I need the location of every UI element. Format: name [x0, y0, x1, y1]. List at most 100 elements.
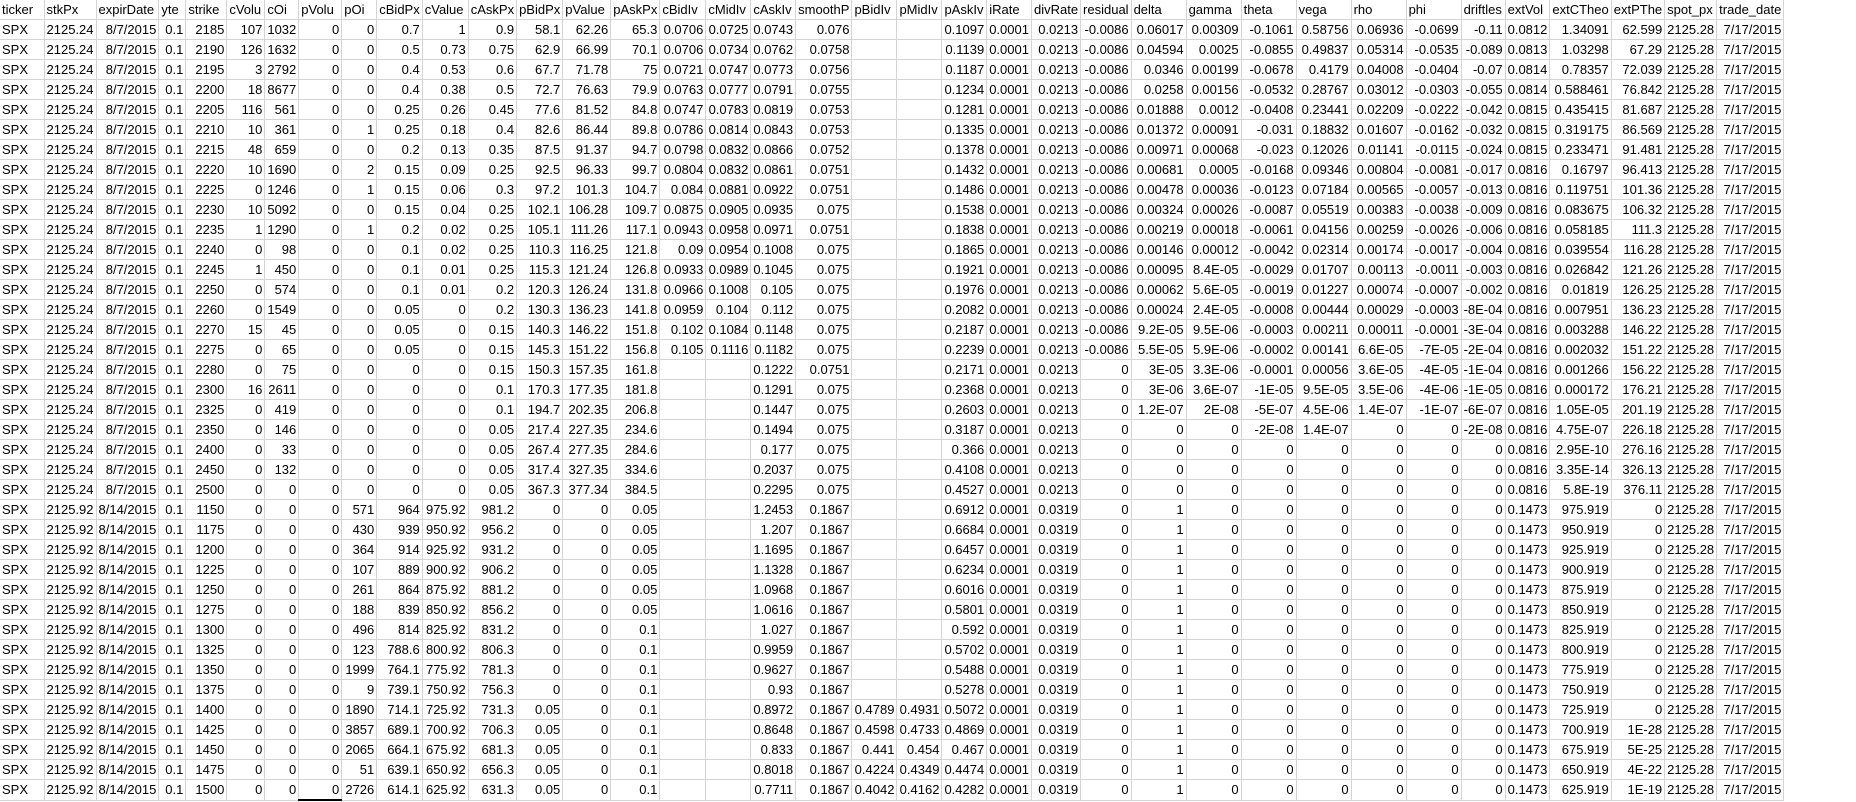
cell-expirdate[interactable]: 8/7/2015 — [96, 79, 160, 100]
cell-extvol[interactable]: 0.0816 — [1505, 219, 1551, 240]
cell-cbidpx[interactable]: 614.1 — [376, 779, 423, 801]
cell-vega[interactable]: 0 — [1296, 559, 1352, 580]
cell-vega[interactable]: 0.00444 — [1296, 299, 1352, 320]
cell-delta[interactable]: 0 — [1131, 479, 1187, 500]
cell-pvalue[interactable]: 0 — [562, 559, 612, 580]
cell-extvol[interactable]: 0.1473 — [1505, 779, 1551, 801]
cell-residual[interactable]: -0.0086 — [1080, 179, 1132, 200]
cell-strike[interactable]: 1150 — [185, 499, 228, 520]
cell-irate[interactable]: 0.0001 — [986, 699, 1032, 720]
cell-pbidpx[interactable]: 0 — [516, 519, 564, 540]
cell-coi[interactable]: 0 — [264, 659, 300, 680]
cell-pbidiv[interactable] — [851, 659, 898, 680]
cell-driftles[interactable]: 0 — [1461, 779, 1506, 801]
cell-driftles[interactable]: -0.042 — [1461, 99, 1506, 120]
cell-paskiv[interactable]: 0.4869 — [941, 719, 988, 740]
cell-driftles[interactable]: 0 — [1461, 659, 1506, 680]
cell-cvalue[interactable]: 0.38 — [422, 79, 469, 100]
cell-irate[interactable]: 0.0001 — [986, 219, 1032, 240]
cell-cbidiv[interactable]: 0.0706 — [659, 19, 707, 40]
cell-extpthe[interactable]: 72.039 — [1611, 59, 1666, 80]
cell-poi[interactable]: 0 — [341, 439, 378, 460]
cell-cvalue[interactable]: 850.92 — [422, 599, 469, 620]
cell-delta[interactable]: 0.01372 — [1131, 119, 1187, 140]
cell-extpthe[interactable]: 156.22 — [1611, 359, 1666, 380]
cell-expirdate[interactable]: 8/7/2015 — [96, 259, 160, 280]
cell-pvalue[interactable]: 277.35 — [562, 439, 612, 460]
cell-pbidpx[interactable]: 58.1 — [516, 19, 564, 40]
cell-strike[interactable]: 2245 — [185, 259, 228, 280]
cell-smoothp[interactable]: 0.1867 — [795, 639, 853, 660]
cell-spot-px[interactable]: 2125.28 — [1664, 359, 1718, 380]
cell-caskiv[interactable]: 0.2037 — [750, 459, 797, 480]
cell-cbidiv[interactable] — [659, 579, 707, 600]
column-header-rho[interactable]: rho — [1351, 0, 1407, 20]
cell-pmidiv[interactable] — [896, 459, 943, 480]
cell-pbidpx[interactable]: 120.3 — [516, 279, 564, 300]
cell-pbidpx[interactable]: 0.05 — [516, 699, 564, 720]
cell-cbidpx[interactable]: 0.15 — [376, 179, 423, 200]
cell-expirdate[interactable]: 8/7/2015 — [96, 139, 160, 160]
cell-pbidiv[interactable] — [851, 679, 898, 700]
cell-smoothp[interactable]: 0.1867 — [795, 759, 853, 780]
cell-irate[interactable]: 0.0001 — [986, 79, 1032, 100]
cell-poi[interactable]: 0 — [341, 419, 378, 440]
cell-irate[interactable]: 0.0001 — [986, 759, 1032, 780]
cell-extvol[interactable]: 0.1473 — [1505, 639, 1551, 660]
cell-ticker[interactable]: SPX — [0, 719, 45, 740]
cell-cvalue[interactable]: 1 — [422, 19, 469, 40]
cell-delta[interactable]: 9.2E-05 — [1131, 319, 1187, 340]
cell-pvolu[interactable]: 0 — [298, 159, 343, 180]
cell-poi[interactable]: 0 — [341, 359, 378, 380]
cell-delta[interactable]: 1 — [1131, 679, 1187, 700]
cell-irate[interactable]: 0.0001 — [986, 279, 1032, 300]
cell-pvolu[interactable]: 0 — [298, 739, 343, 760]
cell-ticker[interactable]: SPX — [0, 679, 45, 700]
cell-cmidiv[interactable]: 0.0832 — [705, 139, 752, 160]
cell-cbidpx[interactable]: 839 — [376, 599, 423, 620]
cell-gamma[interactable]: 0.0025 — [1186, 39, 1242, 60]
cell-residual[interactable]: -0.0086 — [1080, 319, 1132, 340]
cell-smoothp[interactable]: 0.075 — [795, 339, 853, 360]
cell-stkpx[interactable]: 2125.24 — [44, 219, 97, 240]
cell-paskpx[interactable]: 0.1 — [610, 759, 661, 780]
cell-yte[interactable]: 0.1 — [158, 19, 187, 40]
cell-phi[interactable]: 0 — [1406, 639, 1462, 660]
cell-phi[interactable]: 0 — [1406, 519, 1462, 540]
cell-divrate[interactable]: 0.0319 — [1031, 579, 1082, 600]
cell-extctheo[interactable]: 0.003288 — [1549, 319, 1612, 340]
cell-poi[interactable]: 430 — [341, 519, 378, 540]
cell-cvolu[interactable]: 18 — [226, 79, 266, 100]
cell-residual[interactable]: -0.0086 — [1080, 299, 1132, 320]
cell-caskpx[interactable]: 831.2 — [468, 619, 518, 640]
cell-cbidiv[interactable]: 0.0804 — [659, 159, 707, 180]
cell-stkpx[interactable]: 2125.24 — [44, 119, 97, 140]
cell-trade-date[interactable]: 7/17/2015 — [1716, 219, 1785, 240]
cell-strike[interactable]: 2275 — [185, 339, 228, 360]
cell-smoothp[interactable]: 0.0753 — [795, 119, 853, 140]
cell-pbidpx[interactable]: 77.6 — [516, 99, 564, 120]
column-header-smoothp[interactable]: smoothP — [795, 0, 853, 20]
cell-caskpx[interactable]: 956.2 — [468, 519, 518, 540]
cell-gamma[interactable]: 0 — [1186, 599, 1242, 620]
cell-cvolu[interactable]: 0 — [226, 339, 266, 360]
cell-cbidiv[interactable] — [659, 459, 707, 480]
cell-delta[interactable]: 3E-05 — [1131, 359, 1187, 380]
cell-coi[interactable]: 2792 — [264, 59, 300, 80]
column-header-spot-px[interactable]: spot_px — [1664, 0, 1718, 20]
cell-expirdate[interactable]: 8/7/2015 — [96, 219, 160, 240]
cell-pbidiv[interactable] — [851, 99, 898, 120]
cell-pmidiv[interactable] — [896, 239, 943, 260]
cell-gamma[interactable]: 0 — [1186, 779, 1242, 801]
cell-spot-px[interactable]: 2125.28 — [1664, 379, 1718, 400]
cell-divrate[interactable]: 0.0213 — [1031, 179, 1082, 200]
cell-paskiv[interactable]: 0.1865 — [941, 239, 988, 260]
cell-extpthe[interactable]: 96.413 — [1611, 159, 1666, 180]
cell-spot-px[interactable]: 2125.28 — [1664, 399, 1718, 420]
cell-irate[interactable]: 0.0001 — [986, 199, 1032, 220]
cell-gamma[interactable]: 0.00199 — [1186, 59, 1242, 80]
cell-divrate[interactable]: 0.0213 — [1031, 339, 1082, 360]
cell-pbidiv[interactable] — [851, 399, 898, 420]
cell-cvalue[interactable]: 825.92 — [422, 619, 469, 640]
cell-coi[interactable]: 33 — [264, 439, 300, 460]
